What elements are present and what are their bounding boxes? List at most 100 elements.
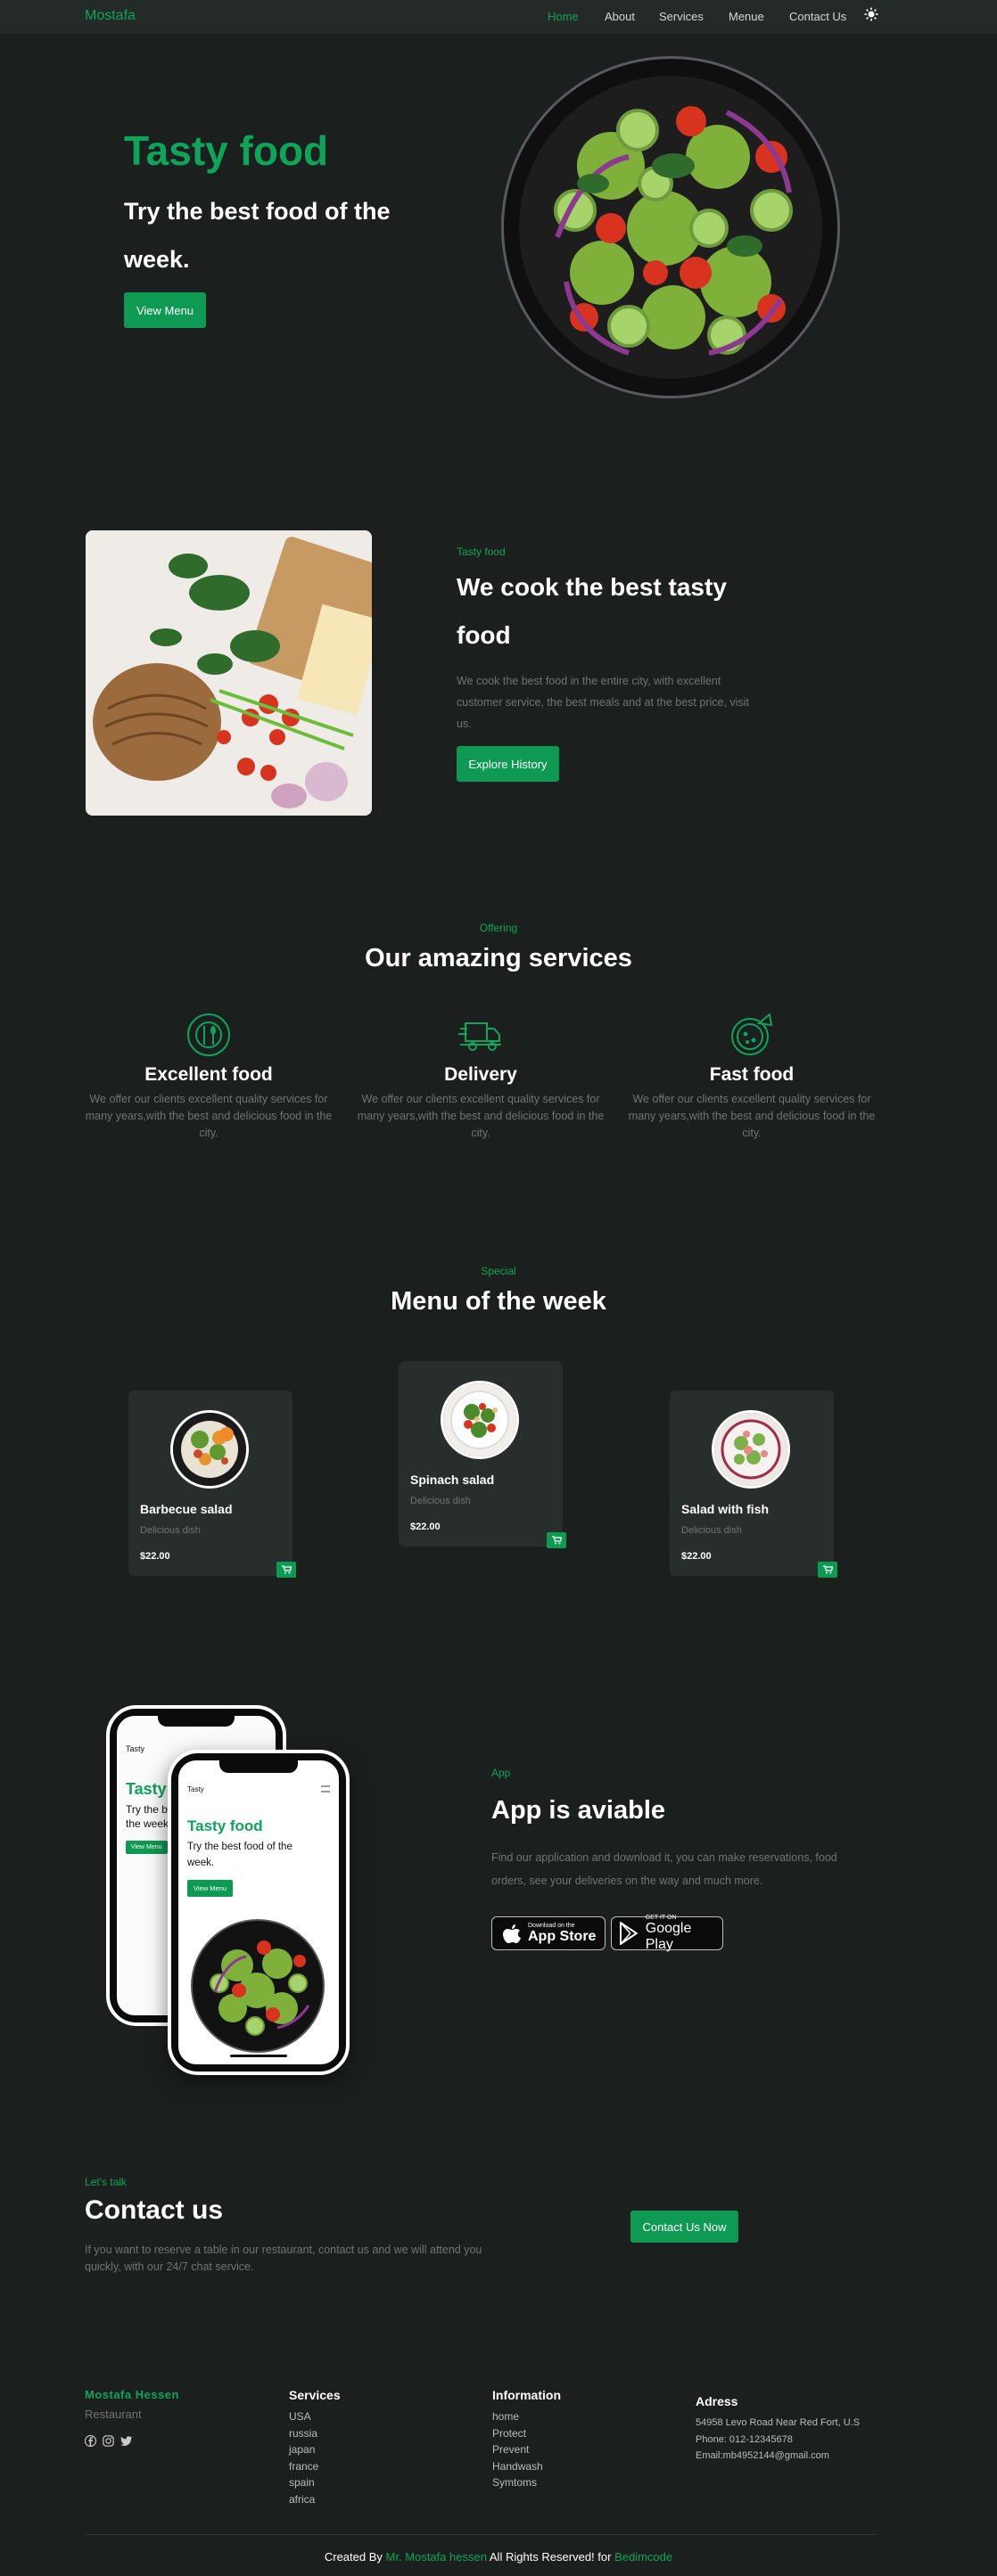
app-label: App — [491, 1767, 511, 1779]
contact-us-now-button[interactable]: Contact Us Now — [630, 2211, 738, 2243]
footer-link[interactable]: home — [492, 2408, 543, 2425]
phone-notch — [219, 1760, 298, 1773]
credit-site-link[interactable]: Bedimcode — [614, 2550, 672, 2564]
social-links — [84, 2434, 133, 2451]
dish-price: $22.00 — [140, 1551, 170, 1562]
footer-link[interactable]: japan — [289, 2441, 318, 2458]
footer-link[interactable]: Handwash — [492, 2458, 543, 2475]
hero-title: Tasty food — [124, 127, 329, 174]
cart-icon — [281, 1565, 292, 1574]
phone-subtitle: Try the b — [126, 1803, 168, 1816]
menu-card-spinach-salad: Spinach salad Delicious dish $22.00 — [399, 1361, 566, 1548]
service-text: We offer our clients excellent quality s… — [357, 1093, 605, 1139]
add-to-cart-button[interactable] — [818, 1562, 837, 1578]
bread-vegetables-image — [86, 530, 372, 816]
menu-title: Menu of the week — [391, 1287, 606, 1316]
footer-link[interactable]: Prevent — [492, 2441, 543, 2458]
google-play-icon — [619, 1922, 639, 1945]
footer-brand-sub: Restaurant — [85, 2408, 142, 2421]
footer-services-title: Services — [289, 2388, 341, 2402]
footer-services-list: USA russia japan france spain africa — [289, 2408, 318, 2507]
facebook-icon[interactable] — [84, 2434, 97, 2451]
address-phone: Phone: 012-12345678 — [696, 2433, 793, 2445]
nav-home[interactable]: Home — [548, 10, 579, 23]
service-fast-food: Fast food We offer our clients excellent… — [627, 1013, 877, 1142]
phone-title: Tasty — [126, 1780, 167, 1798]
hero-subtitle: Try the best food of the week. — [124, 198, 391, 273]
footer-link[interactable]: russia — [289, 2425, 318, 2442]
credit-mid: All Rights Reserved! for — [489, 2550, 612, 2564]
site-logo[interactable]: Mostafa — [85, 8, 136, 24]
google-play-button[interactable]: GET IT ON Google Play — [611, 1914, 723, 1952]
contact-label: Let's talk — [85, 2176, 127, 2188]
add-to-cart-button[interactable] — [276, 1562, 296, 1578]
services-label: Offering — [479, 922, 518, 934]
googleplay-label: Google Play — [645, 1920, 692, 1952]
instagram-icon[interactable] — [103, 2435, 114, 2451]
footer-link[interactable]: france — [289, 2458, 318, 2475]
credit-author-link[interactable]: Mr. Mostafa hessen — [386, 2550, 487, 2564]
service-text: We offer our clients excellent quality s… — [85, 1093, 333, 1139]
footer-divider — [85, 2534, 877, 2535]
contact-text: If you want to reserve a table in our re… — [85, 2244, 482, 2273]
appstore-label: App Store — [528, 1928, 597, 1944]
salad-with-fish-image — [712, 1410, 790, 1489]
salad-plate-image — [501, 56, 840, 398]
dish-name: Salad with fish — [681, 1502, 770, 1516]
googleplay-caption: GET IT ON — [645, 1914, 677, 1921]
footer-address-title: Adress — [696, 2394, 738, 2408]
add-to-cart-button[interactable] — [547, 1532, 566, 1548]
footer-link[interactable]: spain — [289, 2474, 318, 2491]
nav-contact-us[interactable]: Contact Us — [789, 10, 846, 23]
nav-about[interactable]: About — [605, 10, 635, 23]
footer-link[interactable]: Symtoms — [492, 2474, 543, 2491]
address-email: Email:mb4952144@gmail.com — [696, 2450, 829, 2461]
delivery-truck-icon — [458, 1013, 503, 1057]
service-title: Delivery — [444, 1064, 517, 1085]
menu-card-barbecue-salad: Barbecue salad Delicious dish $22.00 — [128, 1391, 296, 1578]
dish-desc: Delicious dish — [410, 1496, 471, 1506]
footer-link[interactable]: Protect — [492, 2425, 543, 2442]
sun-icon[interactable] — [864, 7, 878, 21]
service-text: We offer our clients excellent quality s… — [628, 1093, 876, 1139]
spinach-salad-image — [441, 1381, 519, 1459]
footer-info-list: home Protect Prevent Handwash Symtoms — [492, 2408, 543, 2491]
cart-icon — [822, 1565, 833, 1574]
app-title: App is aviable — [491, 1796, 666, 1825]
dish-price: $22.00 — [681, 1551, 712, 1562]
barbecue-salad-image — [170, 1410, 249, 1489]
nav-services[interactable]: Services — [659, 10, 704, 23]
phone-brand: Tasty — [126, 1744, 145, 1753]
twitter-icon[interactable] — [120, 2435, 133, 2451]
view-menu-button[interactable]: View Menu — [124, 292, 206, 328]
footer-brand: Mostafa Hessen — [85, 2388, 179, 2401]
phone-salad-image — [191, 1919, 325, 2053]
home-indicator — [230, 2055, 287, 2057]
phone-brand: Tasty — [187, 1785, 204, 1793]
phone-notch — [158, 1716, 235, 1727]
dish-price: $22.00 — [410, 1522, 441, 1532]
dish-name: Barbecue salad — [140, 1502, 233, 1516]
footer-link[interactable]: USA — [289, 2408, 318, 2425]
menu-icon — [321, 1785, 330, 1793]
contact-title: Contact us — [85, 2195, 224, 2225]
nav-menue[interactable]: Menue — [729, 10, 764, 23]
phone-view-menu: View Menu — [126, 1841, 168, 1854]
app-store-button[interactable]: Download on the App Store — [491, 1916, 606, 1950]
explore-history-button[interactable]: Explore History — [457, 746, 559, 782]
phone-view-menu: View Menu — [187, 1880, 233, 1897]
appstore-caption: Download on the — [528, 1922, 575, 1929]
pizza-icon — [729, 1013, 774, 1057]
about-title: We cook the best tasty food — [457, 573, 727, 649]
service-title: Fast food — [709, 1064, 795, 1085]
cart-icon — [551, 1536, 562, 1545]
footer-address-list: 54958 Levo Road Near Red Fort, U.S Phone… — [696, 2415, 860, 2465]
about-label: Tasty food — [457, 546, 506, 558]
phone-subtitle: Try the best food of the week. — [187, 1842, 293, 1868]
about-text: We cook the best food in the entire city… — [457, 675, 749, 730]
footer-info-title: Information — [492, 2388, 561, 2402]
credit-prefix: Created By — [324, 2550, 383, 2564]
dish-utensils-icon — [186, 1013, 231, 1057]
header-bar — [0, 0, 997, 34]
footer-link[interactable]: africa — [289, 2491, 318, 2508]
